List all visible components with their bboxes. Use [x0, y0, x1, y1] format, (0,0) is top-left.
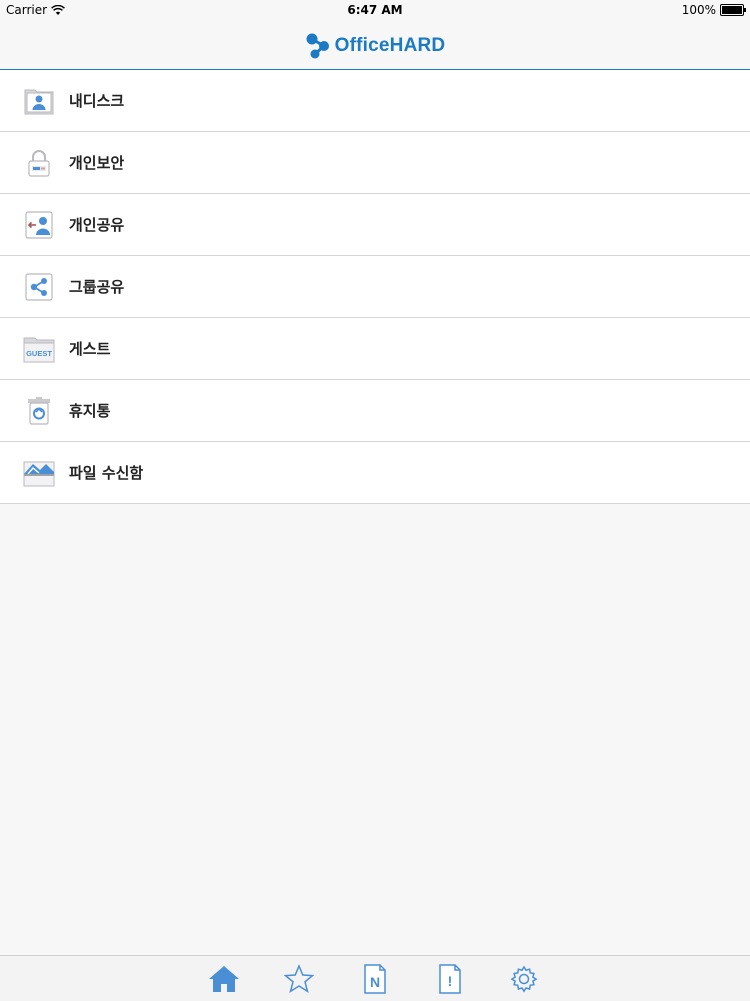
- logo-text: OfficeHARD: [334, 34, 446, 56]
- menu-item-group-share[interactable]: 그룹공유: [0, 256, 750, 318]
- guest-folder-icon: GUEST: [23, 337, 55, 363]
- tab-settings[interactable]: [506, 962, 542, 996]
- tab-favorites[interactable]: [281, 962, 317, 996]
- app-logo: OfficeHARD: [305, 33, 446, 59]
- personal-share-icon: [25, 211, 53, 239]
- tab-home[interactable]: [206, 962, 242, 996]
- tab-notice[interactable]: !: [432, 962, 468, 996]
- menu-item-file-inbox[interactable]: 파일 수신함: [0, 442, 750, 504]
- status-right: 100%: [681, 3, 746, 17]
- status-bar: Carrier 6:47 AM 100%: [0, 0, 750, 22]
- menu-item-label: 내디스크: [69, 92, 125, 110]
- gear-icon: [510, 965, 538, 993]
- menu-item-label: 개인공유: [69, 216, 125, 234]
- menu-item-guest[interactable]: GUEST 게스트: [0, 318, 750, 380]
- battery-icon: [720, 4, 746, 16]
- nav-bar: OfficeHARD: [0, 22, 750, 71]
- star-icon: [283, 964, 315, 994]
- menu-item-personal-share[interactable]: 개인공유: [0, 194, 750, 256]
- menu-item-personal-security[interactable]: 개인보안: [0, 132, 750, 194]
- menu-item-label: 그룹공유: [69, 278, 125, 296]
- logo-icon: [306, 33, 329, 58]
- inbox-icon: [23, 461, 55, 487]
- tab-notes[interactable]: N: [357, 962, 393, 996]
- share-icon: [25, 273, 53, 301]
- note-icon: N: [364, 964, 386, 994]
- menu-item-my-disk[interactable]: 내디스크: [0, 70, 750, 132]
- my-disk-icon: [24, 89, 54, 115]
- battery-fill: [722, 6, 742, 14]
- note-letter: N: [370, 974, 380, 990]
- menu-item-label: 휴지통: [69, 402, 111, 420]
- trash-icon: [28, 397, 50, 425]
- notice-mark: !: [448, 973, 453, 989]
- menu-list: 내디스크 개인보안 개인공유 그룹공유 GUEST 게스트 휴지통 파일 수신함: [0, 70, 750, 504]
- menu-item-label: 파일 수신함: [69, 464, 144, 482]
- status-time: 6:47 AM: [347, 3, 403, 17]
- guest-icon-text: GUEST: [26, 349, 52, 358]
- notice-icon: !: [439, 964, 461, 994]
- tab-bar: N !: [0, 955, 750, 1001]
- battery-percent: 100%: [681, 3, 716, 17]
- menu-item-trash[interactable]: 휴지통: [0, 380, 750, 442]
- lock-icon: [28, 150, 50, 177]
- menu-item-label: 개인보안: [69, 154, 125, 172]
- home-icon: [209, 966, 239, 992]
- menu-item-label: 게스트: [69, 340, 111, 358]
